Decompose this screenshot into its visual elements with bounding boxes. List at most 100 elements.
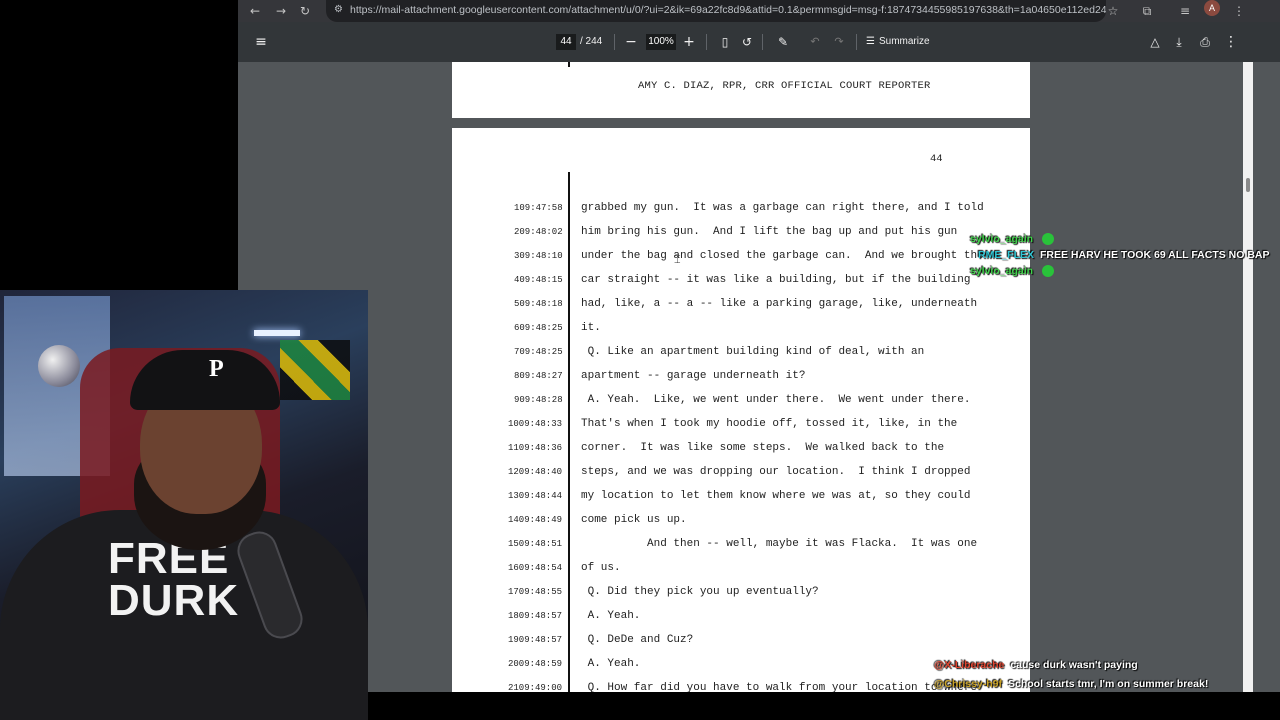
- emote-icon: [1042, 233, 1055, 246]
- transcript-line: 509:48:18 had, like, a -- a -- like a par…: [452, 292, 1030, 316]
- forward-icon[interactable]: →: [270, 0, 292, 22]
- line-text: him bring his gun. And I lift the bag up…: [581, 226, 958, 238]
- chat-username: RME_FLEX: [978, 249, 1035, 261]
- chat-message: @Chrissy-h9f School starts tmr, I'm on su…: [934, 678, 1208, 690]
- divider: [856, 34, 857, 50]
- line-text: A. Yeah.: [581, 610, 641, 622]
- chat-username: @Chrissy-h9f: [934, 678, 1003, 690]
- transcript-line: 209:48:02 him bring his gun. And I lift t…: [452, 220, 1030, 244]
- line-number: 1809:48:57: [508, 611, 563, 621]
- undo-icon[interactable]: ↶: [806, 32, 824, 52]
- line-text: had, like, a -- a -- like a parking gara…: [581, 298, 978, 310]
- transcript-line: 909:48:28 A. Yeah. Like, we went under t…: [452, 388, 1030, 412]
- chat-username: sylvio_again: [970, 233, 1034, 245]
- profile-avatar[interactable]: A: [1204, 0, 1220, 16]
- sidebar-menu-icon[interactable]: ≡: [252, 32, 270, 52]
- redo-icon[interactable]: ↷: [830, 32, 848, 52]
- screen: ← → ↻ ⚙ https://mail-attachment.googleus…: [0, 0, 1280, 720]
- line-text: steps, and we was dropping our location.…: [581, 466, 971, 478]
- line-number: 1209:48:40: [508, 467, 563, 477]
- emote-icon: [1042, 265, 1055, 278]
- scrollbar[interactable]: [1243, 62, 1253, 692]
- chat-message: sylvio_again: [970, 265, 1055, 278]
- page-total: / 244: [580, 36, 603, 47]
- chat-text: School starts tmr, I'm on summer break!: [1008, 678, 1209, 690]
- zoom-input[interactable]: 100%: [646, 34, 676, 50]
- line-text: Q. How far did you have to walk from you…: [581, 682, 978, 692]
- transcript-line: 1209:48:40 steps, and we was dropping our…: [452, 460, 1030, 484]
- line-text: grabbed my gun. It was a garbage can rig…: [581, 202, 984, 214]
- line-number: 2009:48:59: [508, 659, 563, 669]
- reload-icon[interactable]: ↻: [294, 0, 316, 22]
- url-text: https://mail-attachment.googleuserconten…: [350, 4, 1106, 16]
- page-number: 44: [930, 153, 943, 165]
- transcript-line: 1909:48:57 Q. DeDe and Cuz?: [452, 628, 1030, 652]
- chat-message: RME_FLEX FREE HARV HE TOOK 69 ALL FACTS N…: [978, 249, 1270, 261]
- zoom-out-icon[interactable]: −: [622, 32, 640, 52]
- print-icon[interactable]: ⎙: [1196, 32, 1214, 52]
- divider: [706, 34, 707, 50]
- chat-text: FREE HARV HE TOOK 69 ALL FACTS NO BAP: [1040, 249, 1270, 261]
- chat-username: sylvio_again: [970, 265, 1034, 277]
- line-number: 909:48:28: [514, 395, 563, 405]
- line-text: my location to let them know where we wa…: [581, 490, 971, 502]
- margin-line: [568, 62, 570, 67]
- hoodie-text: FREE DURK: [108, 534, 240, 625]
- extensions-icon[interactable]: ⧉: [1136, 0, 1158, 22]
- browser-menu-icon[interactable]: ⋮: [1228, 0, 1250, 22]
- transcript-line: 1109:48:36 corner. It was like some steps…: [452, 436, 1030, 460]
- mouse-cursor-icon: ⌶: [674, 254, 681, 266]
- line-number: 1409:48:49: [508, 515, 563, 525]
- transcript-line: 1309:48:44 my location to let them know w…: [452, 484, 1030, 508]
- scroll-thumb[interactable]: [1246, 178, 1250, 192]
- line-text: A. Yeah.: [581, 658, 641, 670]
- more-options-icon[interactable]: ⋮: [1222, 32, 1240, 52]
- line-number: 409:48:15: [514, 275, 563, 285]
- rotate-icon[interactable]: ↺: [738, 32, 756, 52]
- line-number: 1909:48:57: [508, 635, 563, 645]
- pdf-viewer[interactable]: AMY C. DIAZ, RPR, CRR OFFICIAL COURT REP…: [238, 62, 1280, 692]
- flag: [280, 340, 350, 400]
- fit-page-icon[interactable]: ▯: [716, 32, 734, 52]
- line-text: Q. Did they pick you up eventually?: [581, 586, 819, 598]
- line-number: 1509:48:51: [508, 539, 563, 549]
- chat-message: @X-Liberache cause durk wasn't paying: [934, 659, 1138, 671]
- summarize-button[interactable]: ☰ Summarize: [866, 32, 930, 52]
- transcript-line: 809:48:27 apartment -- garage underneath …: [452, 364, 1030, 388]
- line-number: 1709:48:55: [508, 587, 563, 597]
- line-number: 509:48:18: [514, 299, 563, 309]
- bookmark-star-icon[interactable]: ☆: [1102, 0, 1124, 22]
- site-info-icon[interactable]: ⚙: [334, 4, 346, 16]
- address-bar: ← → ↻ ⚙ https://mail-attachment.googleus…: [238, 0, 1280, 22]
- line-number: 609:48:25: [514, 323, 563, 333]
- line-text: under the bag and closed the garbage can…: [581, 250, 984, 262]
- baseball-cap: [130, 350, 280, 410]
- transcript-line: 609:48:25 it.: [452, 316, 1030, 340]
- back-icon[interactable]: ←: [244, 0, 266, 22]
- zoom-in-icon[interactable]: +: [680, 32, 698, 52]
- transcript-line: 1709:48:55 Q. Did they pick you up event…: [452, 580, 1030, 604]
- line-text: And then -- well, maybe it was Flacka. I…: [581, 538, 978, 550]
- browser-window: ← → ↻ ⚙ https://mail-attachment.googleus…: [238, 0, 1280, 692]
- annotate-pen-icon[interactable]: ✎: [774, 32, 792, 52]
- drive-icon[interactable]: △: [1146, 32, 1164, 52]
- cap-logo: P: [209, 356, 224, 382]
- line-number: 1309:48:44: [508, 491, 563, 501]
- transcript-line: 1809:48:57 A. Yeah.: [452, 604, 1030, 628]
- line-text: it.: [581, 322, 601, 334]
- transcript-line: 1609:48:54 of us.: [452, 556, 1030, 580]
- led-light: [254, 330, 300, 336]
- transcript-line: 1009:48:33 That's when I took my hoodie o…: [452, 412, 1030, 436]
- pdf-toolbar: ≡ 44 / 244 − 100% + ▯ ↺ ✎ ↶ ↷ ☰ Summarize…: [238, 22, 1280, 62]
- line-number: 209:48:02: [514, 227, 563, 237]
- media-icon[interactable]: ≡: [1174, 0, 1196, 22]
- page-footer: AMY C. DIAZ, RPR, CRR OFFICIAL COURT REP…: [638, 80, 931, 92]
- url-field[interactable]: ⚙ https://mail-attachment.googleusercont…: [326, 0, 1106, 22]
- line-text: apartment -- garage underneath it?: [581, 370, 806, 382]
- transcript-line: 709:48:25 Q. Like an apartment building …: [452, 340, 1030, 364]
- transcript-line: 1509:48:51 And then -- well, maybe it wa…: [452, 532, 1030, 556]
- download-icon[interactable]: ⤓: [1170, 32, 1188, 52]
- line-text: corner. It was like some steps. We walke…: [581, 442, 945, 454]
- page-number-input[interactable]: 44: [556, 34, 576, 50]
- chat-username: @X-Liberache: [934, 659, 1005, 671]
